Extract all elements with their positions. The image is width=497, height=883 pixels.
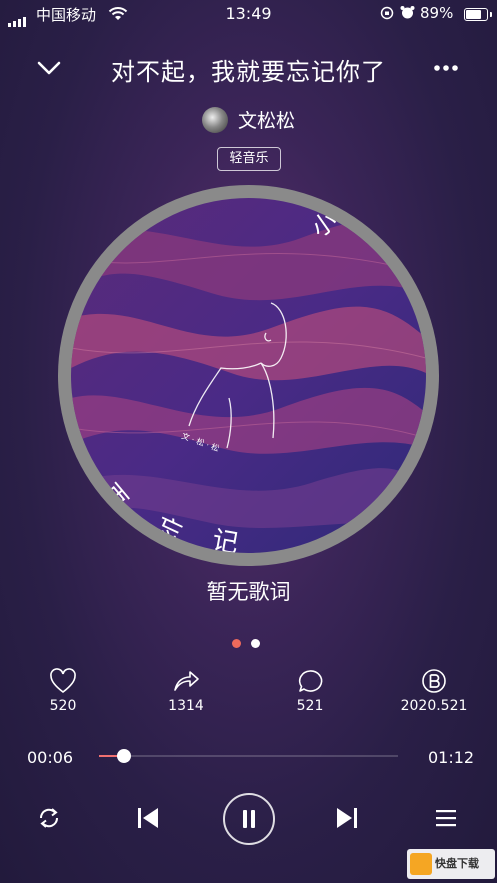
battery-icon [464, 8, 492, 21]
pause-icon [243, 810, 255, 828]
extra-count: 2020.521 [400, 698, 468, 714]
lyrics-text: 暂无歌词 [206, 580, 291, 604]
progress-knob[interactable] [116, 749, 131, 763]
page-indicator [232, 633, 270, 652]
elapsed-time: 00:06 [27, 748, 74, 767]
total-duration: 01:12 [428, 748, 475, 767]
progress-slider[interactable] [99, 749, 398, 763]
b-circle-icon [422, 669, 446, 693]
artist-row[interactable]: 文松松 [0, 106, 497, 133]
album-cover[interactable]: 文 · 松 · 松 再 忘 记 小 [71, 198, 426, 553]
page-dot-2[interactable] [251, 639, 260, 648]
comment-count: 521 [296, 698, 324, 714]
rotation-lock-icon [380, 6, 394, 20]
artist-name: 文松松 [237, 110, 295, 132]
share-arrow-icon [174, 671, 199, 691]
play-pause-button[interactable] [223, 793, 275, 845]
watermark-logo: 快盘下载 [407, 849, 495, 879]
extra-button[interactable]: 2020.521 [389, 668, 479, 714]
comment-bubble-icon [298, 670, 323, 692]
skip-next-icon [337, 808, 357, 828]
chevron-down-icon[interactable] [36, 58, 62, 78]
skip-previous-icon [138, 808, 158, 828]
playlist-icon [436, 810, 456, 827]
more-dots-icon[interactable] [433, 63, 459, 73]
status-bar: 中国移动 13:49 89% [0, 0, 497, 28]
like-button[interactable]: 520 [18, 668, 108, 714]
like-count: 520 [49, 698, 77, 714]
genre-tag[interactable]: 轻音乐 [217, 147, 281, 171]
repeat-button[interactable] [29, 798, 69, 838]
artist-avatar [201, 106, 228, 133]
song-title: 对不起，我就要忘记你了 [111, 58, 386, 86]
repeat-icon [39, 808, 59, 828]
alarm-icon [400, 6, 415, 19]
share-count: 1314 [168, 698, 204, 714]
page-dot-1[interactable] [232, 639, 241, 648]
next-button[interactable] [327, 798, 367, 838]
album-artwork: 文 · 松 · 松 再 忘 记 小 [71, 198, 426, 553]
comment-button[interactable]: 521 [265, 668, 355, 714]
watermark-text: 快盘下载 [435, 857, 479, 870]
watermark-icon [410, 853, 432, 875]
cover-char-3: 记 [210, 525, 241, 553]
playlist-button[interactable] [426, 798, 466, 838]
battery-percent: 89% [420, 4, 454, 22]
previous-button[interactable] [128, 798, 168, 838]
heart-icon [50, 668, 76, 694]
share-button[interactable]: 1314 [141, 668, 231, 714]
